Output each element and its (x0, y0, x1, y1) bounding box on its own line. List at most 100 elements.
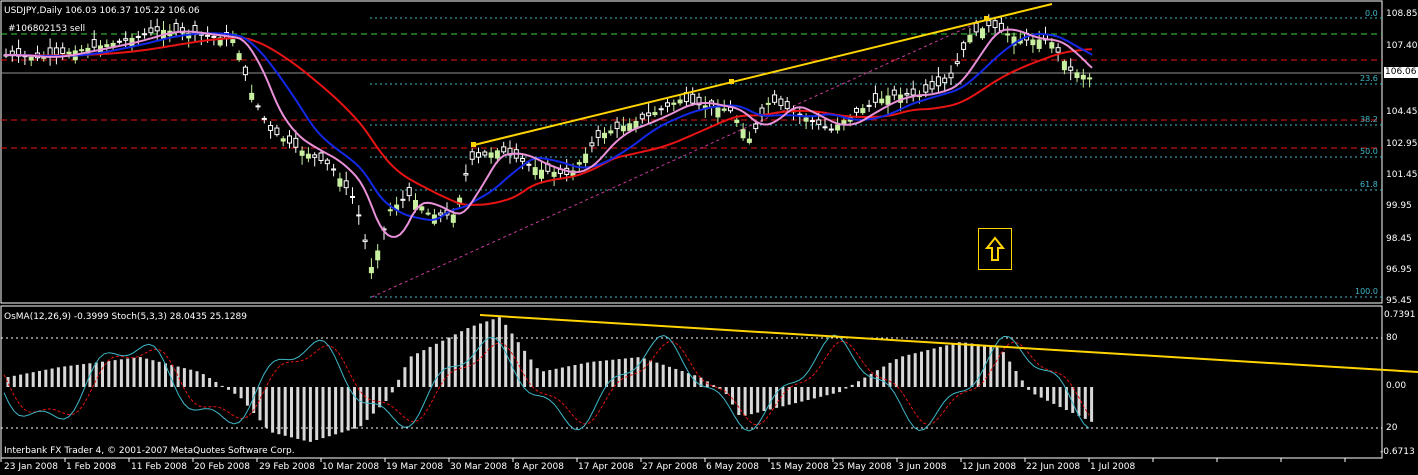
candle-body (255, 105, 261, 108)
date-axis-label: 23 Jan 2008 (4, 462, 58, 472)
histogram-bar (201, 374, 205, 387)
histogram-bar (227, 387, 230, 390)
histogram-bar (523, 350, 527, 387)
candle-body (482, 151, 488, 156)
candle-body (236, 53, 242, 61)
fib-label: 61.8 (1360, 180, 1378, 189)
candle-body (331, 168, 337, 171)
histogram-bar (1039, 387, 1043, 398)
candle-body (809, 120, 815, 123)
candle-body (772, 94, 778, 103)
trendline-anchor-1[interactable] (471, 142, 476, 147)
histogram-bar (964, 342, 968, 387)
candle-body (954, 61, 960, 65)
candle-body (715, 107, 721, 118)
candle-body (324, 159, 330, 165)
histogram-bar (661, 364, 665, 387)
histogram-bar (882, 366, 886, 387)
trendline-anchor-3[interactable] (984, 16, 989, 21)
histogram-bar (1077, 387, 1081, 416)
candle-body (891, 89, 897, 96)
histogram-bar (951, 343, 955, 387)
candle-body (948, 72, 954, 79)
histogram-bar (38, 370, 41, 387)
histogram-bar (277, 387, 281, 435)
histogram-bar (768, 387, 772, 410)
candle-body (375, 250, 381, 261)
histogram-bar (214, 381, 218, 387)
histogram-bar (1090, 387, 1094, 422)
candle-body (104, 44, 110, 47)
candle-body (91, 39, 97, 48)
candle-body (992, 20, 998, 29)
histogram-bar (1020, 380, 1024, 387)
histogram-bar (422, 350, 426, 387)
histogram-bar (75, 364, 79, 387)
date-axis-label: 3 Jun 2008 (898, 462, 947, 472)
candle-body (60, 47, 66, 54)
histogram-bar (479, 323, 482, 387)
histogram-bar (850, 384, 854, 387)
histogram-bar (825, 387, 829, 396)
histogram-bar (913, 353, 917, 387)
candle-body (249, 92, 255, 100)
histogram-bar (271, 387, 275, 433)
candle-body (828, 128, 834, 131)
candle-body (211, 35, 217, 38)
candle-body (230, 39, 236, 44)
histogram-bar (126, 358, 130, 387)
candle-body (1055, 47, 1061, 53)
candle-body (287, 135, 292, 144)
chart-window[interactable]: USDJPY,Daily 106.03 106.37 105.22 106.06… (0, 0, 1418, 475)
signal-box[interactable] (978, 228, 1012, 270)
histogram-bar (1008, 361, 1012, 387)
candle-body (690, 93, 696, 104)
candle-body (110, 42, 116, 47)
histogram-bar (182, 368, 186, 387)
candle-body (425, 212, 431, 215)
histogram-bar (113, 360, 117, 387)
candle-body (576, 162, 582, 165)
histogram-bar (542, 371, 545, 387)
histogram-bar (1046, 387, 1049, 401)
histogram-bar (56, 367, 60, 387)
candle-body (753, 123, 759, 130)
candle-body (154, 26, 160, 32)
candle-body (658, 108, 664, 111)
trendline-anchor-2[interactable] (729, 79, 734, 84)
candle-body (368, 267, 374, 274)
candle-body (312, 154, 318, 158)
histogram-bar (466, 328, 470, 387)
candle-body (123, 38, 129, 41)
candle-body (765, 102, 771, 105)
histogram-bar (819, 387, 823, 397)
current-price-marker: 106.06 (1384, 67, 1418, 78)
price-axis-label: 107.40 (1386, 41, 1418, 51)
histogram-bar (642, 358, 646, 387)
histogram-bar (497, 317, 501, 387)
moving-average-fast (4, 28, 1093, 238)
histogram-bar (938, 346, 942, 387)
candle-body (646, 112, 652, 117)
candle-body (980, 28, 985, 39)
candle-body (942, 77, 948, 84)
candle-body (1049, 42, 1055, 49)
candle-body (539, 169, 544, 179)
histogram-bar (548, 370, 552, 387)
candle-body (305, 153, 311, 159)
candle-body (665, 102, 670, 107)
candle-body (350, 195, 355, 198)
histogram-bar (749, 387, 753, 415)
histogram-bar (1058, 387, 1062, 408)
histogram-bar (346, 387, 350, 431)
histogram-bar (107, 360, 111, 387)
histogram-bar (1052, 387, 1056, 404)
histogram-bar (623, 358, 627, 387)
histogram-bar (245, 387, 249, 406)
price-chart[interactable] (0, 0, 1418, 475)
oscillator-trendline[interactable] (479, 314, 1418, 373)
histogram-bar (132, 357, 136, 387)
histogram-bar (1033, 387, 1037, 395)
histogram-bar (208, 378, 212, 387)
histogram-bar (630, 357, 634, 387)
